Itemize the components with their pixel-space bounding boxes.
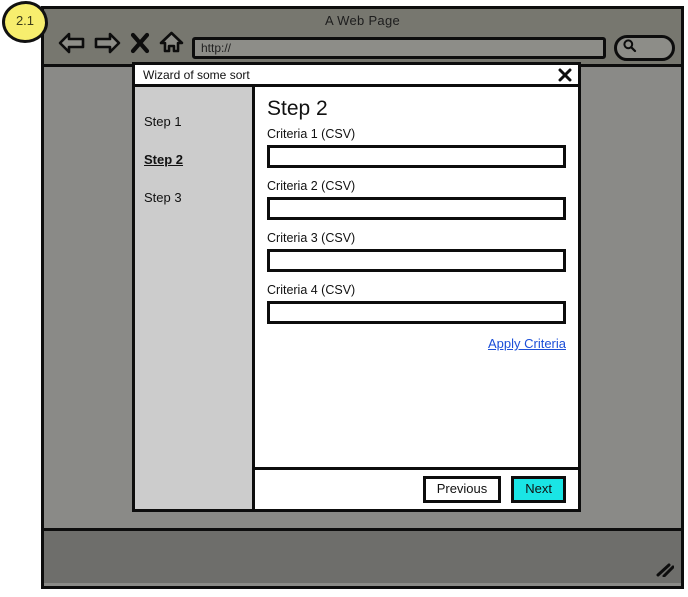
dialog-titlebar: Wizard of some sort <box>135 65 578 87</box>
dialog-body: Step 1 Step 2 Step 3 Step 2 Criteria 1 (… <box>135 87 580 509</box>
browser-nav-controls <box>58 31 184 54</box>
apply-criteria-row: Apply Criteria <box>267 335 566 353</box>
previous-button[interactable]: Previous <box>422 475 502 504</box>
sidebar-item-step-2[interactable]: Step 2 <box>144 151 252 189</box>
wizard-step-sidebar: Step 1 Step 2 Step 3 <box>135 87 255 509</box>
sidebar-item-step-1-label: Step 1 <box>144 114 182 129</box>
address-bar[interactable]: http:// <box>192 37 606 59</box>
criteria-2-label: Criteria 2 (CSV) <box>267 179 356 193</box>
step-heading: Step 2 <box>267 97 328 120</box>
criteria-form: Step 2 Criteria 1 (CSV) Criteria 2 (CSV)… <box>255 87 580 467</box>
wizard-dialog: Wizard of some sort Step 1 Step 2 Step 3… <box>132 62 581 512</box>
annotation-badge-label: 2.1 <box>15 13 35 28</box>
criteria-3-input[interactable] <box>267 249 566 272</box>
stop-x-icon[interactable] <box>130 32 150 54</box>
forward-arrow-icon[interactable] <box>94 32 121 54</box>
browser-toolbar: A Web Page http:// <box>44 9 681 67</box>
address-bar-value: http:// <box>201 41 232 55</box>
close-icon[interactable] <box>558 68 572 82</box>
resize-grip-icon[interactable] <box>656 563 675 578</box>
dialog-footer: Previous Next <box>255 467 580 509</box>
page-viewport: Wizard of some sort Step 1 Step 2 Step 3… <box>44 62 681 531</box>
search-icon <box>622 38 637 58</box>
apply-criteria-link[interactable]: Apply Criteria <box>488 336 566 351</box>
criteria-4-input[interactable] <box>267 301 566 324</box>
search-input[interactable] <box>614 35 675 61</box>
browser-status-bar <box>44 531 681 583</box>
page-title: A Web Page <box>324 13 401 28</box>
annotation-badge: 2.1 <box>2 1 48 43</box>
dialog-title: Wizard of some sort <box>143 67 250 82</box>
criteria-3-label: Criteria 3 (CSV) <box>267 231 356 245</box>
home-icon[interactable] <box>159 31 184 54</box>
sidebar-item-step-3-label: Step 3 <box>144 190 182 205</box>
browser-window: A Web Page http:// Wizard of some sort S… <box>41 6 684 589</box>
next-button[interactable]: Next <box>511 475 566 504</box>
criteria-4-label: Criteria 4 (CSV) <box>267 283 356 297</box>
criteria-2-input[interactable] <box>267 197 566 220</box>
criteria-1-input[interactable] <box>267 145 566 168</box>
criteria-1-label: Criteria 1 (CSV) <box>267 127 356 141</box>
back-arrow-icon[interactable] <box>58 32 85 54</box>
sidebar-item-step-2-label: Step 2 <box>144 152 184 167</box>
sidebar-item-step-3[interactable]: Step 3 <box>144 189 252 227</box>
wizard-content: Step 2 Criteria 1 (CSV) Criteria 2 (CSV)… <box>255 87 580 509</box>
sidebar-item-step-1[interactable]: Step 1 <box>144 113 252 151</box>
